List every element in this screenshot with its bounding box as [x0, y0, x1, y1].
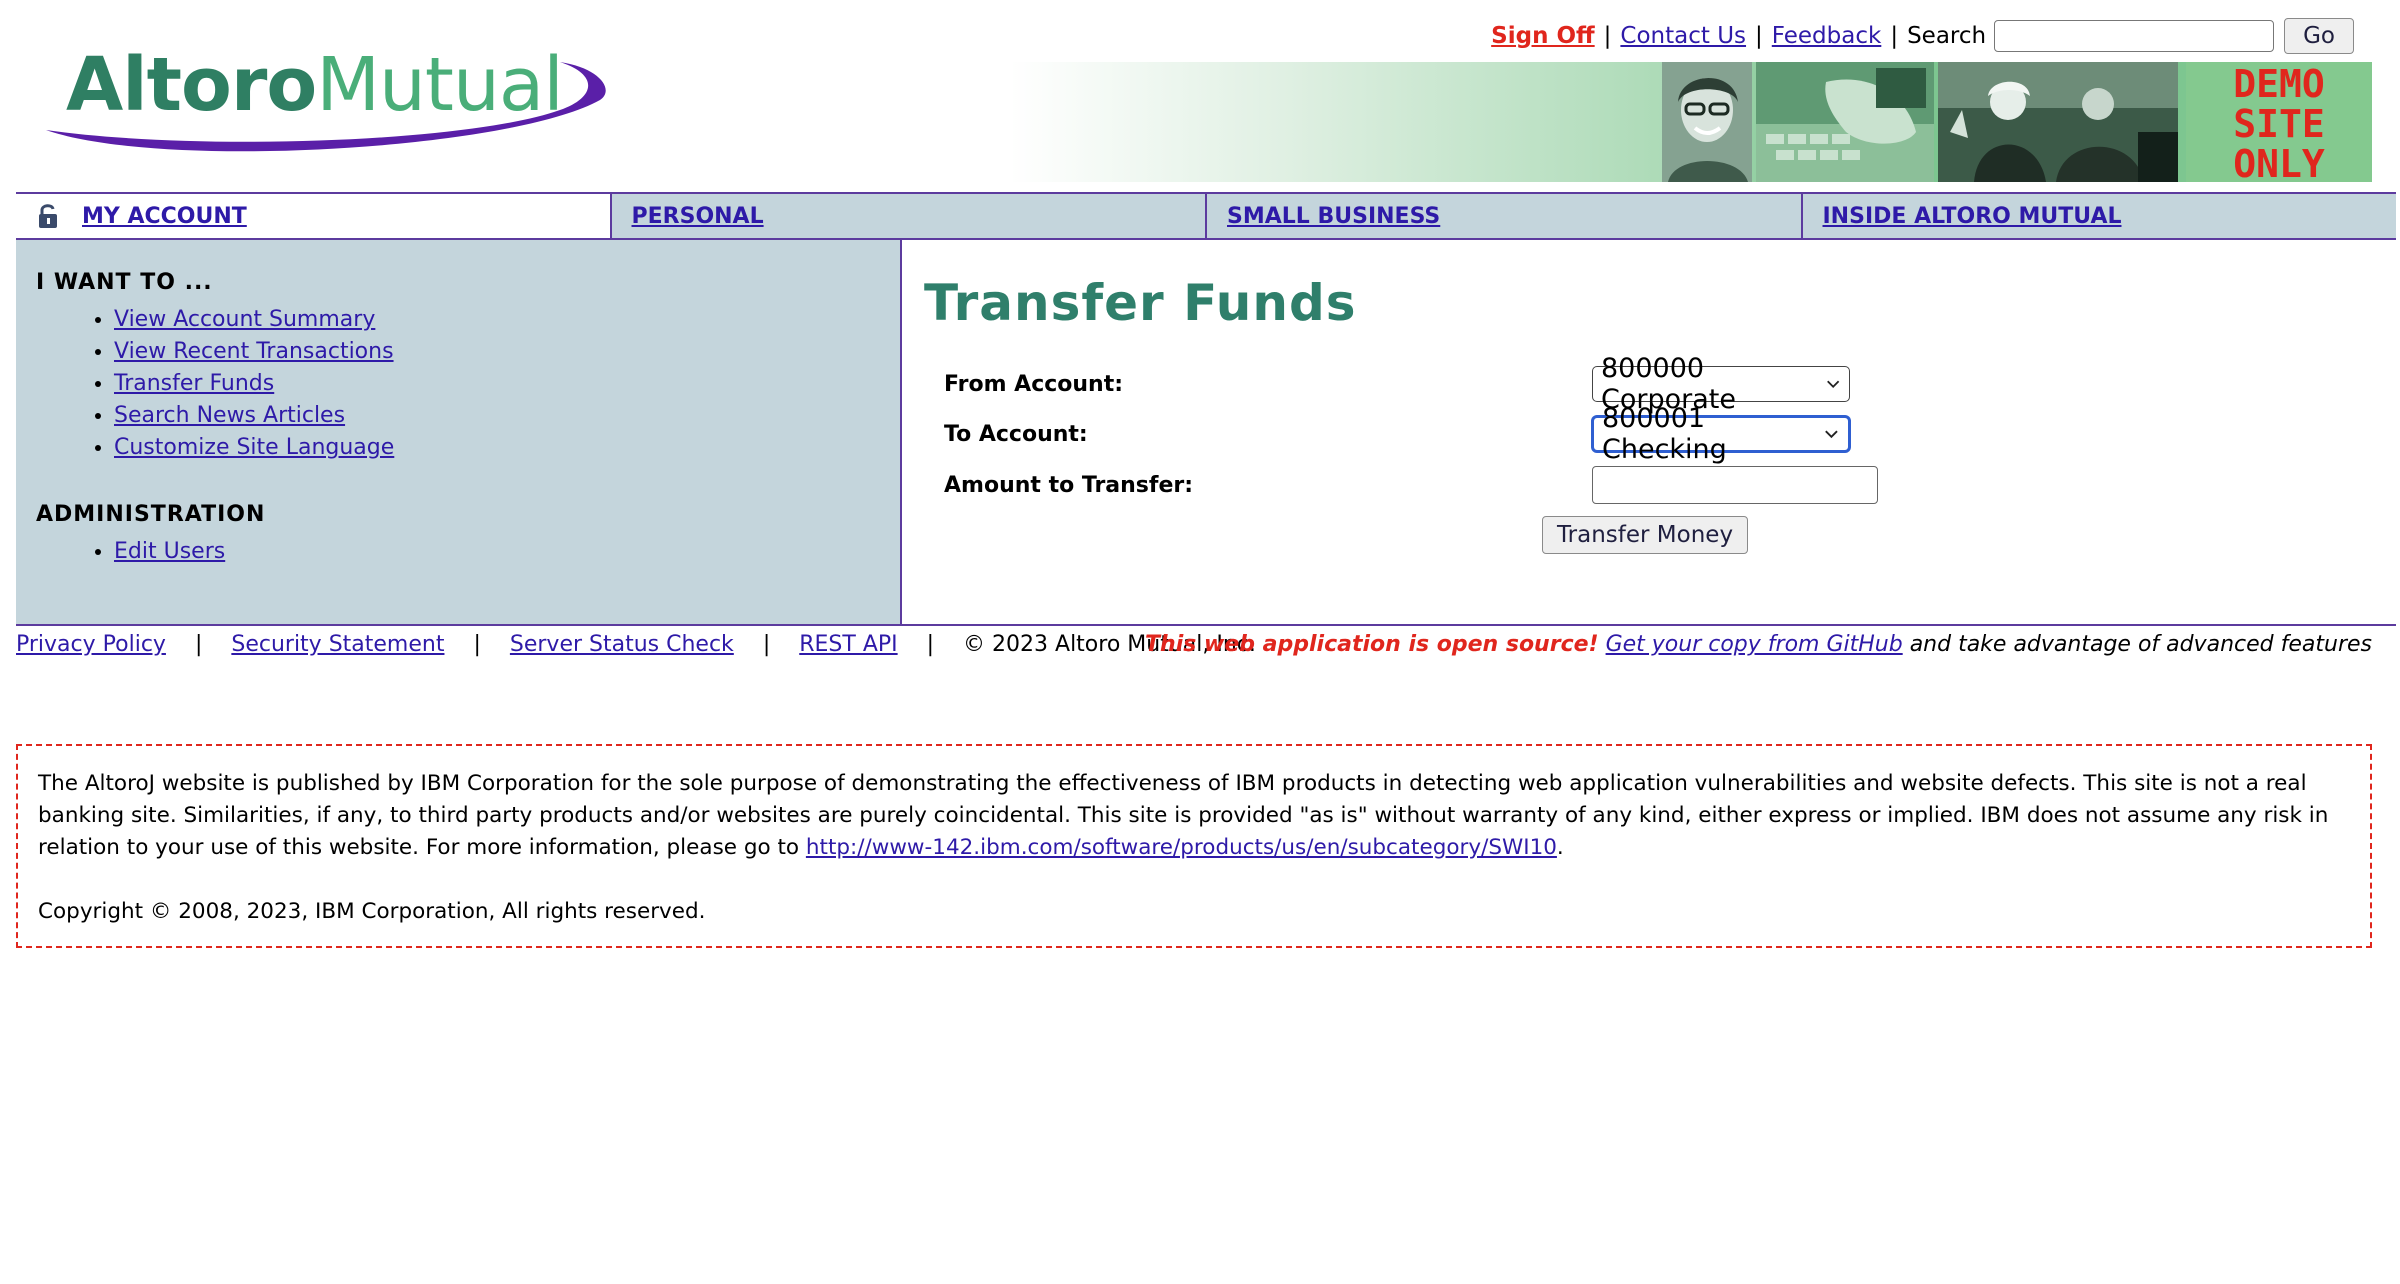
feedback-link[interactable]: Feedback: [1772, 23, 1882, 49]
altoro-mutual-logo[interactable]: AltoroMutual: [40, 40, 620, 170]
disclaimer-box: The AltoroJ website is published by IBM …: [16, 744, 2372, 948]
to-account-select[interactable]: 800001 Checking: [1592, 403, 1850, 465]
to-account-value: 800001 Checking: [1602, 403, 1727, 465]
amount-label: Amount to Transfer:: [944, 473, 1194, 498]
main-nav: MY ACCOUNT PERSONAL SMALL BUSINESS INSID…: [16, 192, 2396, 240]
demo-line-2: SITE: [2233, 102, 2325, 146]
rest-api-link[interactable]: REST API: [799, 632, 897, 657]
search-label: Search: [1907, 23, 1987, 49]
demo-site-only-badge: DEMO SITE ONLY: [2186, 62, 2372, 182]
separator: |: [194, 632, 203, 657]
list-item: Customize Site Language: [114, 432, 394, 464]
tab-my-account[interactable]: MY ACCOUNT: [16, 194, 612, 238]
sidebar: I WANT TO ... View Account Summary View …: [16, 240, 902, 624]
ibm-copyright: Copyright © 2008, 2023, IBM Corporation,…: [38, 899, 706, 924]
amount-input[interactable]: [1592, 466, 1878, 504]
list-item: Transfer Funds: [114, 368, 394, 400]
tab-personal-label[interactable]: PERSONAL: [632, 204, 764, 229]
tab-small-business-label[interactable]: SMALL BUSINESS: [1227, 204, 1440, 229]
search-news-articles-link[interactable]: Search News Articles: [114, 403, 345, 428]
ibm-info-link[interactable]: http://www-142.ibm.com/software/products…: [806, 835, 1557, 860]
i-want-to-heading: I WANT TO ...: [36, 270, 213, 295]
search-go-button[interactable]: Go: [2284, 18, 2354, 54]
administration-heading: ADMINISTRATION: [36, 502, 266, 527]
separator: |: [1603, 23, 1612, 49]
demo-line-3: ONLY: [2233, 142, 2325, 182]
security-statement-link[interactable]: Security Statement: [231, 632, 444, 657]
open-source-text: This web application is open source!: [1145, 632, 1599, 657]
page: { "logo": { "altoro": "Altoro", "mutual"…: [0, 0, 2400, 1284]
chevron-down-icon: [1825, 430, 1838, 439]
separator: |: [473, 632, 481, 657]
transfer-funds-panel: Transfer Funds From Account: 800000 Corp…: [902, 240, 2396, 624]
banner-photo-business: [1938, 62, 2178, 182]
open-source-tail: and take advantage of advanced features: [1909, 632, 2372, 657]
demo-line-1: DEMO: [2233, 62, 2325, 106]
tab-small-business[interactable]: SMALL BUSINESS: [1207, 194, 1803, 238]
lock-icon: [39, 204, 57, 228]
i-want-to-list: View Account Summary View Recent Transac…: [74, 304, 394, 464]
banner-photo-woman: [1662, 62, 1752, 182]
logo-mutual: Mutual: [316, 42, 564, 128]
logo-altoro: Altoro: [66, 42, 317, 128]
list-item: Search News Articles: [114, 400, 394, 432]
from-account-select[interactable]: 800000 Corporate: [1592, 353, 1850, 415]
administration-list: Edit Users: [74, 536, 225, 568]
transfer-funds-link[interactable]: Transfer Funds: [114, 371, 274, 396]
tab-my-account-label[interactable]: MY ACCOUNT: [82, 204, 247, 229]
search-input[interactable]: [1994, 20, 2275, 52]
contact-us-link[interactable]: Contact Us: [1620, 23, 1746, 49]
page-title: Transfer Funds: [924, 274, 1357, 332]
from-account-label: From Account:: [944, 372, 1124, 397]
github-link[interactable]: Get your copy from GitHub: [1606, 632, 1903, 657]
tab-personal[interactable]: PERSONAL: [611, 194, 1207, 238]
chevron-down-icon: [1826, 380, 1839, 389]
view-recent-transactions-link[interactable]: View Recent Transactions: [114, 339, 394, 364]
tab-inside-altoro-mutual-label[interactable]: INSIDE ALTORO MUTUAL: [1823, 204, 2122, 229]
footer-divider: [16, 624, 2396, 626]
disclaimer-text: The AltoroJ website is published by IBM …: [38, 768, 2350, 864]
privacy-policy-link[interactable]: Privacy Policy: [16, 632, 166, 657]
separator: |: [926, 632, 935, 657]
logo-text: AltoroMutual: [66, 48, 564, 122]
list-item: View Account Summary: [114, 304, 394, 336]
list-item: Edit Users: [114, 536, 225, 568]
transfer-money-button[interactable]: Transfer Money: [1542, 516, 1749, 554]
top-links: Sign Off | Contact Us | Feedback | Searc…: [1491, 14, 2354, 58]
disclaimer-period: .: [1556, 835, 1564, 860]
list-item: View Recent Transactions: [114, 336, 394, 368]
server-status-check-link[interactable]: Server Status Check: [510, 632, 734, 657]
view-account-summary-link[interactable]: View Account Summary: [114, 307, 375, 332]
edit-users-link[interactable]: Edit Users: [114, 539, 225, 564]
footer-links: Privacy Policy | Security Statement | Se…: [16, 630, 1256, 660]
separator: |: [762, 632, 771, 657]
to-account-dropdown[interactable]: 800001 Checking: [1592, 403, 1850, 465]
header-banner: DEMO SITE ONLY: [1010, 62, 2372, 182]
separator: |: [1755, 23, 1763, 49]
from-account-dropdown[interactable]: 800000 Corporate: [1592, 353, 1850, 415]
separator: |: [1890, 23, 1899, 49]
banner-photo-keyboard: [1756, 62, 1934, 182]
to-account-label: To Account:: [944, 422, 1088, 447]
sign-off-link[interactable]: Sign Off: [1491, 23, 1594, 49]
customize-site-language-link[interactable]: Customize Site Language: [114, 435, 394, 460]
open-source-notice: This web application is open source! Get…: [1145, 630, 2372, 660]
tab-inside-altoro-mutual[interactable]: INSIDE ALTORO MUTUAL: [1802, 194, 2396, 238]
